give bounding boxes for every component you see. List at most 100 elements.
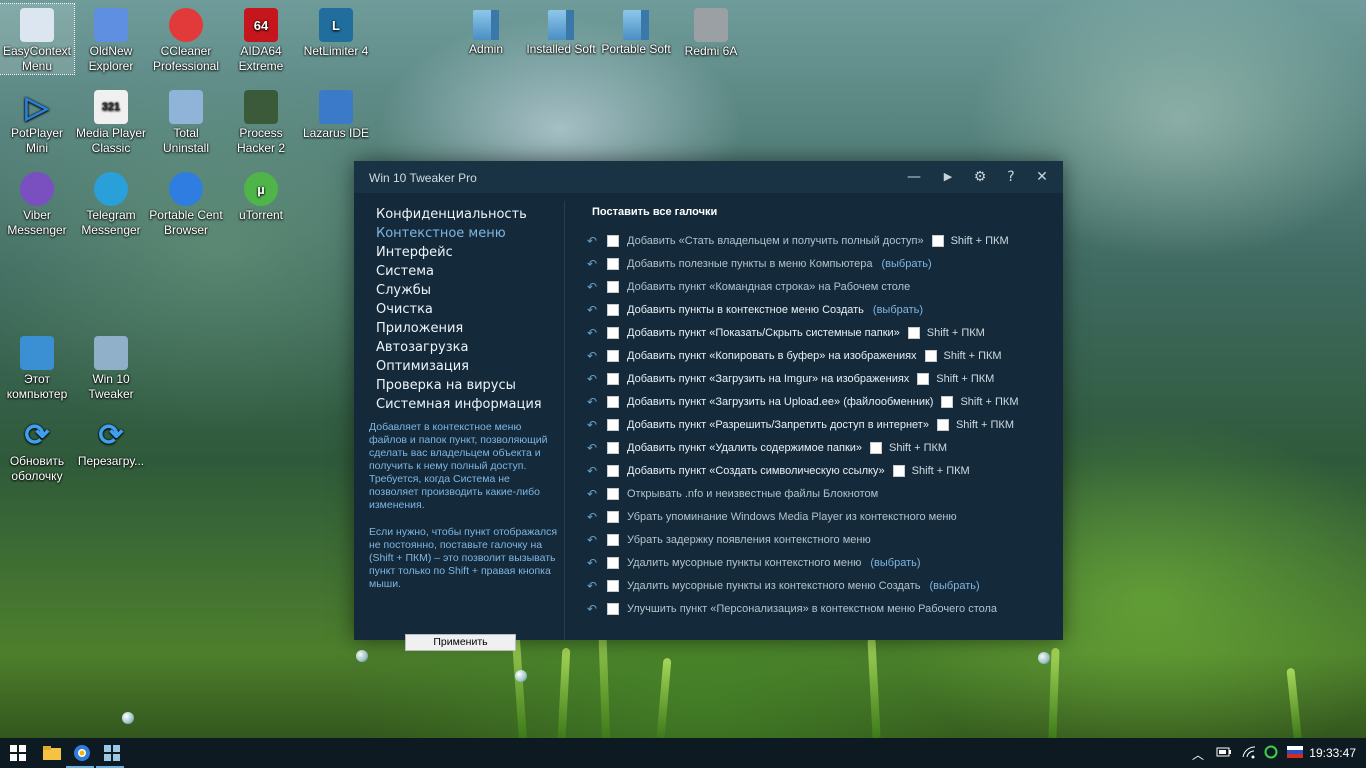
desktop-icon[interactable]: Redmi 6A (674, 4, 748, 59)
shift-rmb-option[interactable]: Shift + ПКМ (931, 235, 1009, 247)
desktop-icon[interactable]: Win 10 Tweaker (74, 332, 148, 402)
option-checkbox[interactable] (607, 304, 619, 316)
check-all-link[interactable]: Поставить все галочки (592, 206, 717, 218)
start-icon[interactable] (2, 738, 34, 768)
undo-icon[interactable]: ↶ (585, 441, 599, 455)
help-button[interactable]: ? (999, 167, 1023, 187)
shift-rmb-option[interactable]: Shift + ПКМ (892, 465, 970, 477)
desktop-icon[interactable]: ⟳ Перезагру... (74, 414, 148, 469)
circle-icon[interactable] (1264, 745, 1278, 762)
battery-icon[interactable] (1216, 745, 1232, 762)
nav-item[interactable]: Интерфейс (376, 245, 453, 260)
minimize-button[interactable]: — (902, 167, 926, 187)
undo-icon[interactable]: ↶ (585, 556, 599, 570)
wifi-icon[interactable] (1241, 745, 1257, 762)
option-checkbox[interactable] (607, 488, 619, 500)
option-row[interactable]: ↶ Добавить пункт «Показать/Скрыть системн… (585, 324, 985, 342)
undo-icon[interactable]: ↶ (585, 464, 599, 478)
option-row[interactable]: ↶ Добавить пункты в контекстное меню Созд… (585, 301, 923, 319)
option-row[interactable]: ↶ Добавить полезные пункты в меню Компьют… (585, 255, 932, 273)
option-row[interactable]: ↶ Удалить мусорные пункты контекстного ме… (585, 554, 921, 572)
desktop-icon[interactable]: Admin (449, 4, 523, 57)
undo-icon[interactable]: ↶ (585, 326, 599, 340)
shift-rmb-option[interactable]: Shift + ПКМ (870, 442, 947, 454)
option-checkbox[interactable] (607, 327, 619, 339)
desktop-icon[interactable]: CCleaner Professional (149, 4, 223, 74)
title-bar[interactable]: Win 10 Tweaker Pro — ▶ ⚙ ? ✕ (354, 161, 1063, 193)
option-checkbox[interactable] (607, 534, 619, 546)
option-checkbox[interactable] (607, 235, 619, 247)
choose-link[interactable]: (выбрать) (870, 557, 920, 569)
undo-icon[interactable]: ↶ (585, 395, 599, 409)
shift-checkbox[interactable] (907, 327, 920, 339)
shift-rmb-option[interactable]: Shift + ПКМ (907, 327, 985, 339)
shift-rmb-option[interactable]: Shift + ПКМ (917, 373, 994, 385)
nav-item[interactable]: Проверка на вирусы (376, 378, 516, 393)
undo-icon[interactable]: ↶ (585, 280, 599, 294)
desktop-icon[interactable]: Telegram Messenger (74, 168, 148, 238)
desktop-icon[interactable]: 321 Media Player Classic (74, 86, 148, 156)
desktop-icon[interactable]: Process Hacker 2 (224, 86, 298, 156)
play-icon[interactable]: ▶ (936, 167, 960, 187)
desktop-icon[interactable]: Viber Messenger (0, 168, 74, 238)
option-row[interactable]: ↶ Добавить пункт «Создать символическую с… (585, 462, 970, 480)
shift-rmb-option[interactable]: Shift + ПКМ (936, 419, 1014, 431)
undo-icon[interactable]: ↶ (585, 579, 599, 593)
choose-link[interactable]: (выбрать) (929, 580, 979, 592)
settings-button[interactable]: ⚙ (968, 167, 992, 187)
choose-link[interactable]: (выбрать) (873, 304, 923, 316)
apply-button[interactable]: Применить (405, 634, 516, 651)
option-checkbox[interactable] (607, 373, 619, 385)
chevron-up-icon[interactable]: ︿ (1192, 746, 1204, 763)
shift-checkbox[interactable] (917, 373, 930, 385)
undo-icon[interactable]: ↶ (585, 418, 599, 432)
option-row[interactable]: ↶ Добавить пункт «Копировать в буфер» на … (585, 347, 1002, 365)
undo-icon[interactable]: ↶ (585, 487, 599, 501)
option-row[interactable]: ↶ Добавить пункт «Разрешить/Запретить дос… (585, 416, 1014, 434)
option-checkbox[interactable] (607, 603, 619, 615)
desktop-icon[interactable]: Этот компьютер (0, 332, 74, 402)
desktop-icon[interactable]: OldNew Explorer (74, 4, 148, 74)
nav-item[interactable]: Оптимизация (376, 359, 469, 374)
desktop-icon[interactable]: L NetLimiter 4 (299, 4, 373, 59)
shift-checkbox[interactable] (924, 350, 937, 362)
undo-icon[interactable]: ↶ (585, 510, 599, 524)
desktop-icon[interactable]: Portable Soft (599, 4, 673, 57)
nav-item[interactable]: Автозагрузка (376, 340, 468, 355)
desktop-icon[interactable]: ⟳ Обновить оболочку (0, 414, 74, 484)
option-checkbox[interactable] (607, 557, 619, 569)
undo-icon[interactable]: ↶ (585, 602, 599, 616)
desktop-icon[interactable]: Installed Soft (524, 4, 598, 57)
nav-item[interactable]: Очистка (376, 302, 433, 317)
shift-checkbox[interactable] (936, 419, 949, 431)
windows-icon[interactable] (96, 738, 128, 768)
explorer-icon[interactable] (36, 738, 68, 768)
option-checkbox[interactable] (607, 258, 619, 270)
option-checkbox[interactable] (607, 580, 619, 592)
desktop-icon[interactable]: EasyContext Menu (0, 3, 75, 75)
shift-checkbox[interactable] (931, 235, 944, 247)
undo-icon[interactable]: ↶ (585, 533, 599, 547)
shift-checkbox[interactable] (870, 442, 883, 454)
undo-icon[interactable]: ↶ (585, 234, 599, 248)
undo-icon[interactable]: ↶ (585, 257, 599, 271)
option-row[interactable]: ↶ Добавить пункт «Командная строка» на Ра… (585, 278, 910, 296)
option-row[interactable]: ↶ Добавить пункт «Загрузить на Imgur» на … (585, 370, 994, 388)
flag-ru-icon[interactable] (1287, 746, 1303, 761)
nav-item[interactable]: Службы (376, 283, 431, 298)
option-row[interactable]: ↶ Открывать .nfo и неизвестные файлы Блок… (585, 485, 878, 503)
option-row[interactable]: ↶ Убрать задержку появления контекстного … (585, 531, 871, 549)
desktop-icon[interactable]: ▷ PotPlayer Mini (0, 86, 74, 156)
option-checkbox[interactable] (607, 350, 619, 362)
shift-rmb-option[interactable]: Shift + ПКМ (924, 350, 1002, 362)
option-row[interactable]: ↶ Убрать упоминание Windows Media Player … (585, 508, 957, 526)
option-row[interactable]: ↶ Улучшить пункт «Персонализация» в конте… (585, 600, 997, 618)
option-checkbox[interactable] (607, 419, 619, 431)
option-row[interactable]: ↶ Удалить мусорные пункты из контекстного… (585, 577, 980, 595)
option-checkbox[interactable] (607, 396, 619, 408)
desktop-icon[interactable]: µ uTorrent (224, 168, 298, 223)
option-checkbox[interactable] (607, 465, 619, 477)
option-row[interactable]: ↶ Добавить пункт «Удалить содержимое папк… (585, 439, 947, 457)
option-checkbox[interactable] (607, 511, 619, 523)
desktop-icon[interactable]: Portable Cent Browser (149, 168, 223, 238)
